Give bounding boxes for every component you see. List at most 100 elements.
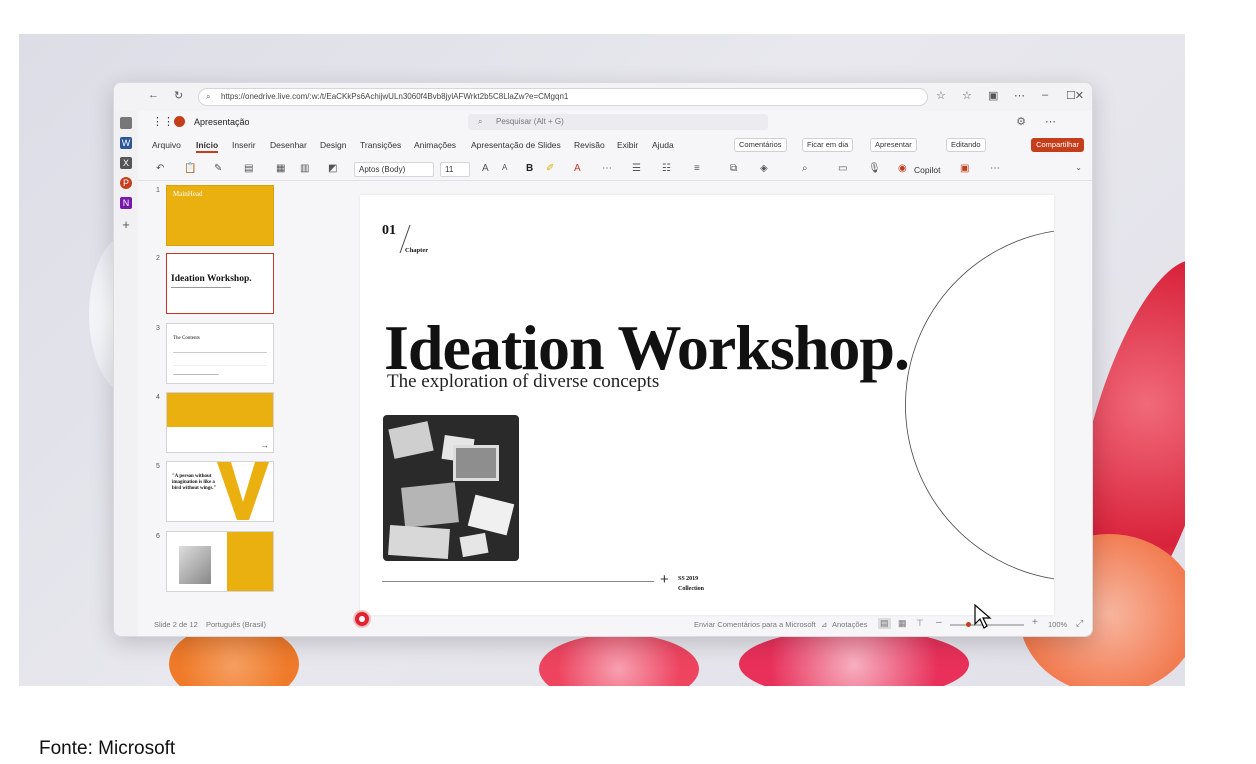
settings-icon[interactable]: ⚙ <box>1016 115 1026 128</box>
format-painter-icon[interactable]: ✎ <box>214 163 222 174</box>
tab-revisao[interactable]: Revisão <box>574 140 605 150</box>
zoom-slider-thumb[interactable] <box>966 622 971 627</box>
slide-thumbnail[interactable]: Ideation Workshop. <box>166 253 274 314</box>
tab-inicio[interactable]: Início <box>196 140 219 153</box>
more-options-icon[interactable]: ⋯ <box>1045 115 1056 128</box>
slide-rule-line <box>382 581 654 582</box>
normal-view-icon[interactable]: ▤ <box>878 618 891 629</box>
font-size-select[interactable]: 11 <box>440 162 470 177</box>
reuse-slides-icon[interactable]: ▦ <box>276 163 285 174</box>
tab-desenhar[interactable]: Desenhar <box>270 140 307 150</box>
powerpoint-icon[interactable]: P <box>120 177 132 189</box>
slide-counter: Slide 2 de 12 <box>154 620 198 629</box>
grow-font-icon[interactable]: A <box>482 163 489 174</box>
reading-view-icon[interactable]: ⊤ <box>916 618 924 629</box>
notes-icon[interactable]: ⊿ <box>821 620 827 629</box>
tab-arquivo[interactable]: Arquivo <box>152 140 181 150</box>
bullets-icon[interactable]: ☰ <box>632 163 641 174</box>
slide-thumbnail[interactable]: The Contents <box>166 323 274 384</box>
favorites-list-icon[interactable]: ☆ <box>962 89 972 102</box>
shape-fill-icon[interactable]: ◩ <box>328 163 337 174</box>
font-name-select[interactable]: Aptos (Body) <box>354 162 434 177</box>
back-icon[interactable]: ← <box>148 89 159 101</box>
highlight-icon[interactable]: ✐ <box>546 163 554 174</box>
zoom-out-icon[interactable]: – <box>936 617 942 628</box>
app-rail: W X P N + <box>114 111 138 636</box>
fit-to-window-icon[interactable]: ⤢ <box>1076 618 1083 629</box>
word-icon[interactable]: W <box>120 137 132 149</box>
comments-button[interactable]: Comentários <box>734 138 787 152</box>
powerpoint-logo-icon <box>174 116 185 127</box>
thumbnail-photo <box>179 546 211 584</box>
add-app-icon[interactable]: + <box>120 218 132 231</box>
zoom-in-icon[interactable]: + <box>1032 617 1038 628</box>
arrange-icon[interactable]: ⧉ <box>730 163 737 174</box>
favorite-icon[interactable]: ☆ <box>936 89 946 102</box>
collapse-ribbon-icon[interactable]: ⌄ <box>1075 163 1082 172</box>
slide-thumbnail[interactable]: → <box>166 392 274 453</box>
background-shape <box>739 629 969 686</box>
slide-canvas-area: 01 Chapter Ideation Workshop. The explor… <box>298 183 1092 615</box>
dictate-icon[interactable]: 🎙 <box>868 163 881 174</box>
slide-thumbnail[interactable] <box>166 531 274 592</box>
url-text: https://onedrive.live.com/:w:/t/EaCKkPs6… <box>221 92 569 101</box>
search-input[interactable]: ⌕ Pesquisar (Alt + G) <box>468 114 768 130</box>
find-icon[interactable]: ⌕ <box>802 163 808 174</box>
present-button[interactable]: Apresentar <box>870 138 917 152</box>
refresh-icon[interactable]: ↻ <box>174 89 183 102</box>
tab-design[interactable]: Design <box>320 140 346 150</box>
paste-icon[interactable]: 📋 <box>184 163 196 174</box>
slide-thumbnail[interactable]: MainHead <box>166 185 274 246</box>
tab-apresentacao-slides[interactable]: Apresentação de Slides <box>471 140 561 150</box>
more-icon[interactable]: ⋯ <box>1014 89 1025 102</box>
tab-exibir[interactable]: Exibir <box>617 140 638 150</box>
designer-icon[interactable]: ▭ <box>838 163 847 174</box>
document-name[interactable]: Apresentação <box>194 117 250 127</box>
slide-photo[interactable] <box>383 415 519 561</box>
feedback-link[interactable]: Enviar Comentários para a Microsoft <box>694 620 816 629</box>
tab-inserir[interactable]: Inserir <box>232 140 256 150</box>
excel-icon[interactable]: X <box>120 157 132 169</box>
tab-ajuda[interactable]: Ajuda <box>652 140 674 150</box>
notes-button[interactable]: Anotações <box>832 620 867 629</box>
editing-mode-button[interactable]: Editando <box>946 138 986 152</box>
font-color-icon[interactable]: A <box>574 163 581 174</box>
onenote-icon[interactable]: N <box>120 197 132 209</box>
more-font-icon[interactable]: ⋯ <box>602 163 612 174</box>
screenshot-frame: ← ↻ ⌕ https://onedrive.live.com/:w:/t/Ea… <box>19 34 1185 686</box>
bold-icon[interactable]: B <box>526 163 533 174</box>
align-icon[interactable]: ≡ <box>694 163 700 174</box>
shape-fill-color-icon[interactable]: ◈ <box>760 163 768 174</box>
thumbnail-number: 4 <box>156 394 160 401</box>
new-slide-icon[interactable]: ▤ <box>244 163 253 174</box>
search-icon: ⌕ <box>478 117 483 126</box>
share-button[interactable]: Compartilhar <box>1031 138 1084 152</box>
tab-animacoes[interactable]: Animações <box>414 140 456 150</box>
thumbnail-title: The Contents <box>173 336 200 341</box>
copilot-button[interactable]: Copilot <box>914 165 940 175</box>
language-indicator[interactable]: Português (Brasil) <box>206 620 266 629</box>
copilot-icon[interactable]: ◉ <box>898 163 907 174</box>
minimize-icon[interactable]: – <box>1042 89 1048 101</box>
tab-transicoes[interactable]: Transições <box>360 140 401 150</box>
mouse-cursor-icon <box>974 604 992 629</box>
more-commands-icon[interactable]: ⋯ <box>990 163 1000 174</box>
collections-icon[interactable]: ▣ <box>988 89 998 102</box>
numbering-icon[interactable]: ☷ <box>662 163 671 174</box>
slide-thumbnail-pane: 1 MainHead 2 Ideation Workshop. 3 The Co… <box>138 183 298 613</box>
decorative-arc <box>905 230 1054 580</box>
slide-canvas[interactable]: 01 Chapter Ideation Workshop. The explor… <box>360 195 1054 615</box>
slide-thumbnail[interactable]: "A person without imagination is like a … <box>166 461 274 522</box>
undo-icon[interactable]: ↶ <box>156 163 164 174</box>
designer-ideas-icon[interactable]: ▣ <box>960 163 969 174</box>
address-bar[interactable]: ⌕ https://onedrive.live.com/:w:/t/EaCKkP… <box>198 88 928 106</box>
photo-element <box>467 494 515 536</box>
sorter-view-icon[interactable]: ▦ <box>898 618 907 629</box>
slide-subtitle[interactable]: The exploration of diverse concepts <box>387 371 659 393</box>
close-icon[interactable]: ✕ <box>1075 89 1084 102</box>
shrink-font-icon[interactable]: A <box>502 163 507 172</box>
layout-icon[interactable]: ▥ <box>300 163 309 174</box>
zoom-level[interactable]: 100% <box>1048 620 1067 629</box>
tab-icon[interactable] <box>120 117 132 129</box>
catch-up-button[interactable]: Ficar em dia <box>802 138 854 152</box>
